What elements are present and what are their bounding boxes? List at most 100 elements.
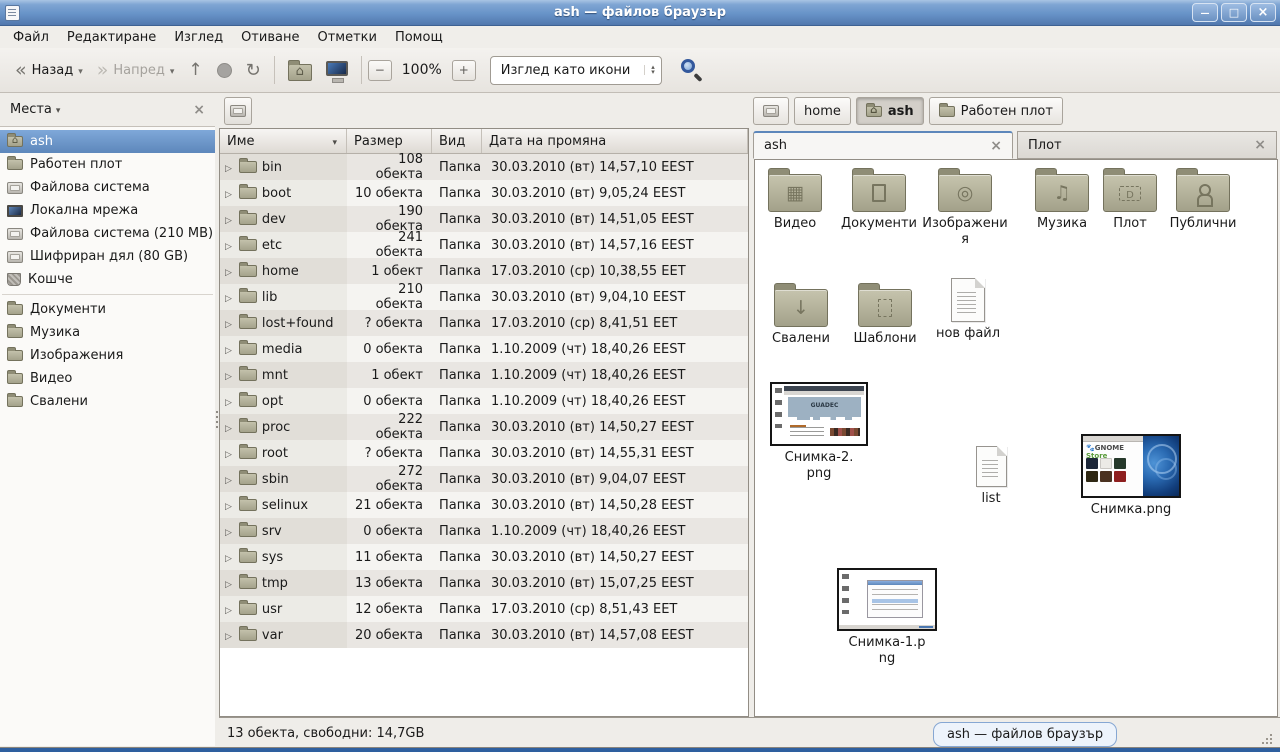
stop-button[interactable] [210,53,239,87]
icon-new-file[interactable]: нов файл [928,278,1008,342]
expander-icon[interactable] [225,602,232,617]
icon-public-folder[interactable]: Публични [1162,166,1244,232]
expander-icon[interactable] [225,550,232,565]
tab-close-icon[interactable] [990,138,1002,154]
expander-icon[interactable] [225,264,232,279]
sidebar-item-documents[interactable]: Документи [0,298,215,321]
menu-go[interactable]: Отиване [232,28,308,47]
reload-button[interactable] [239,53,268,87]
places-close-button[interactable] [193,102,205,118]
table-row[interactable]: lib210 обектаПапка30.03.2010 (вт) 9,04,1… [220,284,748,310]
table-row[interactable]: sys11 обектаПапка30.03.2010 (вт) 14,50,2… [220,544,748,570]
table-row[interactable]: sbin272 обектаПапка30.03.2010 (вт) 9,04,… [220,466,748,492]
icon-templates-folder[interactable]: Шаблони [845,281,925,347]
tab-plot[interactable]: Плот [1017,131,1277,159]
tab-close-icon[interactable] [1254,137,1266,153]
table-row[interactable]: mnt1 обектПапка1.10.2009 (чт) 18,40,26 E… [220,362,748,388]
search-button[interactable] [674,53,708,87]
icon-pictures-folder[interactable]: ◎ Изображения [922,166,1008,248]
path-home-button[interactable]: home [794,97,851,125]
places-title[interactable]: Места [10,102,52,117]
icon-desktop-folder[interactable]: Плот [1092,166,1168,232]
table-row[interactable]: opt0 обектаПапка1.10.2009 (чт) 18,40,26 … [220,388,748,414]
icon-snimka-1-png[interactable]: Снимка-1.png [835,568,939,667]
tree-root-button[interactable] [224,97,252,125]
expander-icon[interactable] [225,394,232,409]
table-row[interactable]: tmp13 обектаПапка30.03.2010 (вт) 15,07,2… [220,570,748,596]
expander-icon[interactable] [225,290,232,305]
path-ash-button[interactable]: ash [856,97,924,125]
icon-documents-folder[interactable]: Документи [835,166,923,232]
expander-icon[interactable] [225,498,232,513]
zoom-in-button[interactable] [452,60,476,81]
column-header-name[interactable]: Име [220,129,347,153]
menu-bookmarks[interactable]: Отметки [308,28,385,47]
close-button[interactable] [1250,3,1276,22]
titlebar[interactable]: ash — файлов браузър [0,0,1280,26]
home-button[interactable] [281,53,319,87]
expander-icon[interactable] [225,186,232,201]
menu-view[interactable]: Изглед [165,28,232,47]
path-root-button[interactable] [753,97,789,125]
expander-icon[interactable] [225,628,232,643]
computer-button[interactable] [319,53,355,87]
table-row[interactable]: etc241 обектаПапка30.03.2010 (вт) 14,57,… [220,232,748,258]
column-header-modified[interactable]: Дата на промяна [482,129,748,153]
table-row[interactable]: root? обектаПапка30.03.2010 (вт) 14,55,3… [220,440,748,466]
sidebar-splitter[interactable] [215,93,219,746]
table-row[interactable]: selinux21 обектаПапка30.03.2010 (вт) 14,… [220,492,748,518]
sidebar-item-music[interactable]: Музика [0,321,215,344]
minimize-button[interactable] [1192,3,1218,22]
sidebar-item-desktop[interactable]: Работен плот [0,153,215,176]
menu-help[interactable]: Помощ [386,28,452,47]
view-mode-select[interactable]: Изглед като икони [490,56,662,85]
icon-list-file[interactable]: list [960,446,1022,507]
table-row[interactable]: bin108 обектаПапка30.03.2010 (вт) 14,57,… [220,154,748,180]
column-header-size[interactable]: Размер [347,129,432,153]
sidebar-item-ash[interactable]: ash [0,130,215,153]
sidebar-item-encrypted-80gb[interactable]: Шифриран дял (80 GB) [0,245,215,268]
icon-videos-folder[interactable]: ▦ Видео [754,166,836,232]
sidebar-item-network[interactable]: Локална мрежа [0,199,215,222]
forward-button[interactable]: Напред [90,53,182,87]
sidebar-item-pictures[interactable]: Изображения [0,344,215,367]
expander-icon[interactable] [225,576,232,591]
table-row[interactable]: media0 обектаПапка1.10.2009 (чт) 18,40,2… [220,336,748,362]
up-button[interactable] [181,53,209,87]
expander-icon[interactable] [225,342,232,357]
expander-icon[interactable] [225,160,232,175]
icon-snimka-png[interactable]: 🐾GNOME Store Снимка.png [1079,434,1183,518]
column-header-type[interactable]: Вид [432,129,482,153]
panes-splitter[interactable] [749,93,753,717]
zoom-out-button[interactable] [368,60,392,81]
expander-icon[interactable] [225,446,232,461]
sidebar-item-trash[interactable]: Кошче [0,268,215,291]
sidebar-item-downloads[interactable]: Свалени [0,390,215,413]
tab-ash[interactable]: ash [753,131,1013,159]
icon-snimka-2-png[interactable]: GUADEC Снимка-2.png [769,382,869,482]
table-row[interactable]: dev190 обектаПапка30.03.2010 (вт) 14,51,… [220,206,748,232]
expander-icon[interactable] [225,368,232,383]
icon-view[interactable]: ▦ Видео Документи ◎ Изображения ♫ Музика… [754,159,1278,717]
sidebar-item-videos[interactable]: Видео [0,367,215,390]
table-row[interactable]: boot10 обектаПапка30.03.2010 (вт) 9,05,2… [220,180,748,206]
table-row[interactable]: lost+found? обектаПапка17.03.2010 (ср) 8… [220,310,748,336]
path-desktop-button[interactable]: Работен плот [929,97,1063,125]
sidebar-item-filesystem[interactable]: Файлова система [0,176,215,199]
icon-downloads-folder[interactable]: ↓ Свалени [761,281,841,347]
menu-edit[interactable]: Редактиране [58,28,165,47]
table-row[interactable]: srv0 обектаПапка1.10.2009 (чт) 18,40,26 … [220,518,748,544]
resize-grip[interactable] [1258,734,1274,746]
table-row[interactable]: proc222 обектаПапка30.03.2010 (вт) 14,50… [220,414,748,440]
expander-icon[interactable] [225,472,232,487]
menu-file[interactable]: Файл [4,28,58,47]
expander-icon[interactable] [225,316,232,331]
expander-icon[interactable] [225,212,232,227]
icon-music-folder[interactable]: ♫ Музика [1022,166,1102,232]
table-row[interactable]: var20 обектаПапка30.03.2010 (вт) 14,57,0… [220,622,748,648]
table-row[interactable]: home1 обектПапка17.03.2010 (ср) 10,38,55… [220,258,748,284]
expander-icon[interactable] [225,420,232,435]
table-row[interactable]: usr12 обектаПапка17.03.2010 (ср) 8,51,43… [220,596,748,622]
expander-icon[interactable] [225,238,232,253]
back-button[interactable]: Назад [8,53,90,87]
